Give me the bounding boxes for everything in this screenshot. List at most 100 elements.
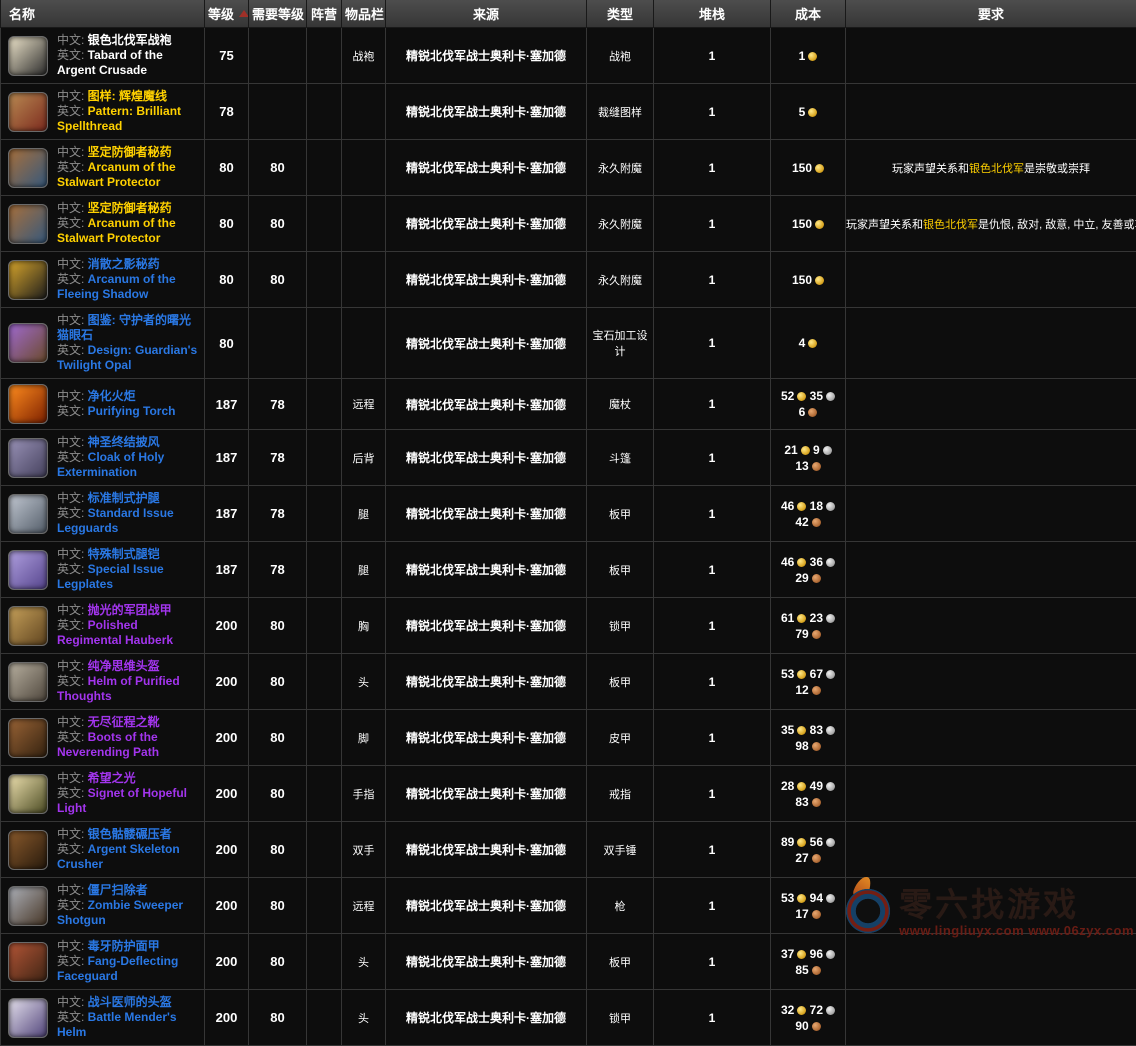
item-name-cn[interactable]: 坚定防御者秘药 xyxy=(88,201,172,215)
item-names: 中文: 特殊制式腿铠 英文: Special Issue Legplates xyxy=(57,547,201,592)
item-source[interactable]: 精锐北伐军战士奥利卡·塞加德 xyxy=(386,28,587,84)
column-header-7[interactable]: 类型 xyxy=(587,0,654,28)
item-name-cn[interactable]: 银色北伐军战袍 xyxy=(88,33,172,47)
item-stack: 1 xyxy=(654,766,771,822)
copper-coin xyxy=(812,1022,821,1031)
item-icon[interactable] xyxy=(8,36,48,76)
cn-label: 中文: xyxy=(57,547,88,561)
item-requirement xyxy=(846,990,1136,1046)
item-faction xyxy=(307,140,342,196)
item-icon[interactable] xyxy=(8,204,48,244)
column-header-5[interactable]: 物品栏 xyxy=(342,0,386,28)
item-icon[interactable] xyxy=(8,998,48,1038)
item-icon[interactable] xyxy=(8,550,48,590)
en-label: 英文: xyxy=(57,562,88,576)
item-type: 板甲 xyxy=(587,654,654,710)
item-icon[interactable] xyxy=(8,774,48,814)
item-icon[interactable] xyxy=(8,384,48,424)
gold-coin xyxy=(801,446,810,455)
item-source[interactable]: 精锐北伐军战士奥利卡·塞加德 xyxy=(386,196,587,252)
item-name-cn[interactable]: 标准制式护腿 xyxy=(88,491,160,505)
table-row: 中文: 银色骷髅碾压者 英文: Argent Skeleton Crusher … xyxy=(1,822,1136,878)
item-name-cn[interactable]: 纯净思维头盔 xyxy=(88,659,160,673)
item-type: 板甲 xyxy=(587,542,654,598)
column-header-9[interactable]: 成本 xyxy=(771,0,846,28)
item-source[interactable]: 精锐北伐军战士奥利卡·塞加德 xyxy=(386,84,587,140)
item-requirement xyxy=(846,430,1136,486)
table-row: 中文: 净化火炬 英文: Purifying Torch 187 78 远程 精… xyxy=(1,379,1136,430)
item-source[interactable]: 精锐北伐军战士奥利卡·塞加德 xyxy=(386,710,587,766)
item-source[interactable]: 精锐北伐军战士奥利卡·塞加德 xyxy=(386,379,587,430)
name-cell: 中文: 抛光的军团战甲 英文: Polished Regimental Haub… xyxy=(1,598,205,654)
item-source[interactable]: 精锐北伐军战士奥利卡·塞加德 xyxy=(386,990,587,1046)
item-level: 80 xyxy=(205,308,249,379)
item-icon[interactable] xyxy=(8,323,48,363)
item-source[interactable]: 精锐北伐军战士奥利卡·塞加德 xyxy=(386,878,587,934)
column-header-6[interactable]: 来源 xyxy=(386,0,587,28)
item-name-cn[interactable]: 战斗医师的头盔 xyxy=(88,995,172,1009)
item-icon[interactable] xyxy=(8,92,48,132)
item-icon[interactable] xyxy=(8,662,48,702)
column-header-8[interactable]: 堆栈 xyxy=(654,0,771,28)
item-faction xyxy=(307,84,342,140)
silver-coin xyxy=(826,726,835,735)
item-icon[interactable] xyxy=(8,260,48,300)
item-name-en[interactable]: Purifying Torch xyxy=(88,404,176,418)
item-source[interactable]: 精锐北伐军战士奥利卡·塞加德 xyxy=(386,430,587,486)
name-cell: 中文: 银色骷髅碾压者 英文: Argent Skeleton Crusher xyxy=(1,822,205,878)
item-source[interactable]: 精锐北伐军战士奥利卡·塞加德 xyxy=(386,486,587,542)
item-icon[interactable] xyxy=(8,886,48,926)
item-source[interactable]: 精锐北伐军战士奥利卡·塞加德 xyxy=(386,252,587,308)
item-stack: 1 xyxy=(654,430,771,486)
item-names: 中文: 纯净思维头盔 英文: Helm of Purified Thoughts xyxy=(57,659,201,704)
item-source[interactable]: 精锐北伐军战士奥利卡·塞加德 xyxy=(386,308,587,379)
item-type: 锁甲 xyxy=(587,598,654,654)
item-icon[interactable] xyxy=(8,830,48,870)
item-slot xyxy=(342,252,386,308)
item-icon[interactable] xyxy=(8,942,48,982)
item-source[interactable]: 精锐北伐军战士奥利卡·塞加德 xyxy=(386,140,587,196)
column-header-4[interactable]: 阵营 xyxy=(307,0,342,28)
name-cell: 中文: 银色北伐军战袍 英文: Tabard of the Argent Cru… xyxy=(1,28,205,84)
item-icon[interactable] xyxy=(8,718,48,758)
column-header-10[interactable]: 要求 xyxy=(846,0,1136,28)
item-icon[interactable] xyxy=(8,606,48,646)
copper-coin xyxy=(812,574,821,583)
item-name-cn[interactable]: 坚定防御者秘药 xyxy=(88,145,172,159)
item-name-cn[interactable]: 抛光的军团战甲 xyxy=(88,603,172,617)
copper-coin xyxy=(812,630,821,639)
item-icon[interactable] xyxy=(8,148,48,188)
item-faction xyxy=(307,934,342,990)
cn-label: 中文: xyxy=(57,89,88,103)
item-name-cn[interactable]: 无尽征程之靴 xyxy=(88,715,160,729)
item-name-cn[interactable]: 图样: 辉煌魔线 xyxy=(88,89,167,103)
item-source[interactable]: 精锐北伐军战士奥利卡·塞加德 xyxy=(386,766,587,822)
faction-link[interactable]: 银色北伐军 xyxy=(969,163,1024,175)
faction-link[interactable]: 银色北伐军 xyxy=(923,219,978,231)
item-name-cn[interactable]: 希望之光 xyxy=(88,771,136,785)
item-source[interactable]: 精锐北伐军战士奥利卡·塞加德 xyxy=(386,542,587,598)
item-name-cn[interactable]: 净化火炬 xyxy=(88,389,136,403)
en-label: 英文: xyxy=(57,272,88,286)
item-source[interactable]: 精锐北伐军战士奥利卡·塞加德 xyxy=(386,598,587,654)
table-row: 中文: 标准制式护腿 英文: Standard Issue Legguards … xyxy=(1,486,1136,542)
item-name-cn[interactable]: 消散之影秘药 xyxy=(88,257,160,271)
item-source[interactable]: 精锐北伐军战士奥利卡·塞加德 xyxy=(386,934,587,990)
table-row: 中文: 坚定防御者秘药 英文: Arcanum of the Stalwart … xyxy=(1,140,1136,196)
item-icon[interactable] xyxy=(8,494,48,534)
item-name-cn[interactable]: 银色骷髅碾压者 xyxy=(88,827,172,841)
item-source[interactable]: 精锐北伐军战士奥利卡·塞加德 xyxy=(386,822,587,878)
item-level: 80 xyxy=(205,140,249,196)
column-header-1[interactable]: 名称 xyxy=(1,0,205,28)
item-name-cn[interactable]: 特殊制式腿铠 xyxy=(88,547,160,561)
item-req-level: 80 xyxy=(249,252,307,308)
column-header-3[interactable]: 需要等级 xyxy=(249,0,307,28)
item-icon[interactable] xyxy=(8,438,48,478)
item-requirement xyxy=(846,379,1136,430)
column-header-2[interactable]: 等级 xyxy=(205,0,249,28)
item-name-cn[interactable]: 神圣终结披风 xyxy=(88,435,160,449)
item-name-cn[interactable]: 毒牙防护面甲 xyxy=(88,939,160,953)
item-name-cn[interactable]: 僵尸扫除者 xyxy=(88,883,148,897)
item-source[interactable]: 精锐北伐军战士奥利卡·塞加德 xyxy=(386,654,587,710)
item-stack: 1 xyxy=(654,542,771,598)
